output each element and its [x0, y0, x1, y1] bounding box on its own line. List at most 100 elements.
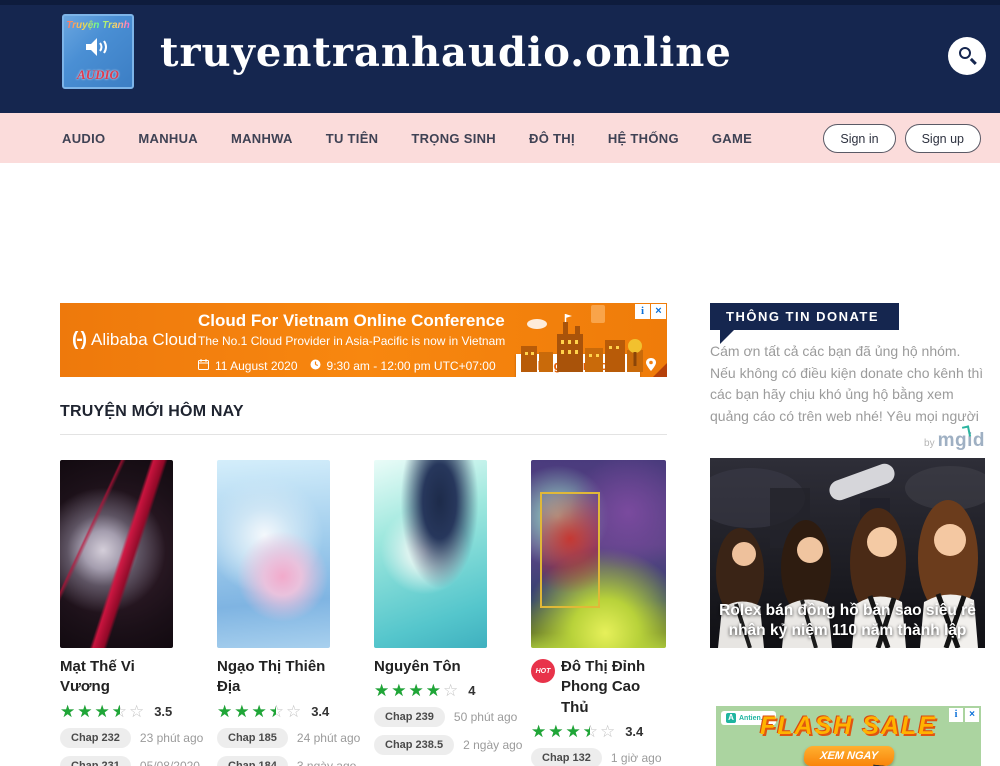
auth-buttons: Sign in Sign up [823, 124, 981, 153]
chapter-link[interactable]: Chap 231 [60, 756, 131, 766]
search-button[interactable] [948, 37, 986, 75]
nav-item-audio[interactable]: AUDIO [62, 131, 105, 146]
star-icons-filled: ★★★★★ [60, 703, 120, 720]
ad-info-icon[interactable]: i [635, 304, 650, 319]
calendar-icon [198, 359, 209, 373]
chapter-row: Chap 232 23 phút ago [60, 728, 173, 748]
ad-close-icon[interactable]: × [651, 304, 666, 319]
ad-brand: (-) Alibaba Cloud [72, 329, 197, 351]
rating-value: 4 [468, 683, 475, 698]
sign-up-button[interactable]: Sign up [905, 124, 981, 153]
main-nav: AUDIO MANHUA MANHWA TU TIÊN TRỌNG SINH Đ… [0, 113, 1000, 163]
sidebar-photo-ad[interactable]: Rolex bán đồng hồ bản sao siêu rẻ nhân k… [710, 458, 985, 648]
comic-card: HOT Đô Thị Đỉnh Phong Cao Thủ ☆☆☆☆☆★★★★★… [531, 460, 666, 766]
ad-time: 9:30 am - 12:00 pm UTC+07:00 [327, 359, 496, 373]
chapter-time: 24 phút ago [297, 731, 360, 745]
alibaba-cloud-icon: (-) [72, 329, 85, 351]
sign-in-button[interactable]: Sign in [823, 124, 895, 153]
clock-icon [310, 359, 321, 373]
hot-badge: HOT [531, 659, 555, 683]
chapter-row: Chap 132 1 giờ ago [531, 748, 666, 766]
site-logo[interactable]: Truyện Tranh AUDIO [62, 14, 134, 89]
xem-ngay-button[interactable]: XEM NGAY [803, 746, 895, 766]
nav-item-manhwa[interactable]: MANHWA [231, 131, 293, 146]
site-header: Truyện Tranh AUDIO truyentranhaudio.onli… [0, 0, 1000, 113]
ad-info-icon[interactable]: i [949, 708, 963, 722]
comic-card: Ngạo Thị Thiên Địa ☆☆☆☆☆★★★★★ 3.4 Chap 1… [217, 460, 330, 766]
star-rating: ☆☆☆☆☆★★★★★ 3.4 [531, 723, 666, 740]
comic-title[interactable]: Ngạo Thị Thiên Địa [217, 657, 330, 698]
banner-ad[interactable]: (-) Alibaba Cloud Cloud For Vietnam Onli… [60, 303, 667, 377]
star-rating: ☆☆☆☆☆★★★★★ 3.4 [217, 703, 330, 720]
chapter-link[interactable]: Chap 239 [374, 707, 445, 727]
comic-title-row: HOT Đô Thị Đỉnh Phong Cao Thủ [531, 657, 666, 718]
comic-card: Mạt Thế Vi Vương ☆☆☆☆☆★★★★★ 3.5 Chap 232… [60, 460, 173, 766]
star-icons-filled: ★★★★★ [531, 723, 590, 740]
photo-ad-caption: Rolex bán đồng hồ bản sao siêu rẻ nhân k… [710, 601, 985, 640]
comic-title[interactable]: Đô Thị Đỉnh Phong Cao Thủ [561, 657, 666, 718]
chapter-row: Chap 239 50 phút ago [374, 707, 487, 727]
chapter-time: 2 ngày ago [463, 738, 522, 752]
nav-item-do-thi[interactable]: ĐÔ THỊ [529, 131, 575, 146]
donate-text: Cám ơn tất cả các bạn đã ủng hộ nhóm. Nế… [710, 341, 988, 428]
nav-item-trong-sinh[interactable]: TRỌNG SINH [411, 131, 496, 146]
ad-controls: i × [635, 304, 666, 319]
chapter-link[interactable]: Chap 184 [217, 756, 288, 766]
chapter-link[interactable]: Chap 238.5 [374, 735, 454, 755]
rating-value: 3.5 [154, 704, 172, 719]
star-rating: ☆☆☆☆☆★★★★★ 4 [374, 682, 487, 699]
comic-title[interactable]: Mạt Thế Vi Vương [60, 657, 173, 698]
ad-close-icon[interactable]: × [965, 708, 979, 722]
rating-value: 3.4 [625, 724, 643, 739]
comic-card: Nguyên Tôn ☆☆☆☆☆★★★★★ 4 Chap 239 50 phút… [374, 460, 487, 766]
comic-cover[interactable] [531, 460, 666, 648]
mgid-logo: mgid [938, 430, 985, 451]
ad-date: 11 August 2020 [215, 359, 298, 373]
comic-cover[interactable] [374, 460, 487, 648]
section-header: TRUYỆN MỚI HÔM NAY [60, 403, 667, 435]
nav-item-game[interactable]: GAME [712, 131, 752, 146]
chapter-time: 1 giờ ago [611, 751, 662, 765]
page: Truyện Tranh AUDIO truyentranhaudio.onli… [0, 0, 1000, 766]
chapter-row: Chap 231 05/08/2020 [60, 756, 173, 766]
mgid-attribution[interactable]: bymgid [710, 430, 985, 452]
nav-items: AUDIO MANHUA MANHWA TU TIÊN TRỌNG SINH Đ… [62, 131, 752, 146]
nav-item-tu-tien[interactable]: TU TIÊN [326, 131, 379, 146]
donate-title-ribbon: THÔNG TIN DONATE [710, 303, 899, 330]
logo-text-top: Truyện Tranh [66, 20, 130, 31]
city-skyline-illustration [519, 312, 649, 377]
chapter-row: Chap 184 3 ngày ago [217, 756, 330, 766]
search-icon [959, 47, 971, 59]
star-rating: ☆☆☆☆☆★★★★★ 3.5 [60, 703, 173, 720]
ad-subtitle: The No.1 Cloud Provider in Asia-Pacific … [198, 334, 505, 348]
ad-decoration [591, 305, 605, 323]
star-icons-filled: ★★★★★ [374, 682, 443, 699]
chapter-time: 23 phút ago [140, 731, 203, 745]
nav-item-he-thong[interactable]: HỆ THỐNG [608, 131, 679, 146]
new-comics-grid: Mạt Thế Vi Vương ☆☆☆☆☆★★★★★ 3.5 Chap 232… [60, 460, 680, 766]
chapter-row: Chap 238.5 2 ngày ago [374, 735, 487, 755]
chapter-link[interactable]: Chap 132 [531, 748, 602, 766]
comic-cover[interactable] [217, 460, 330, 648]
flash-ad-controls: i × [949, 708, 979, 722]
flash-sale-title: FLASH SALE [716, 712, 981, 741]
nav-item-manhua[interactable]: MANHUA [138, 131, 198, 146]
section-title: TRUYỆN MỚI HÔM NAY [60, 403, 244, 420]
flash-sale-inner: A Antien.vn FLASH SALE XEM NGAY i × [716, 706, 981, 766]
site-title[interactable]: truyentranhaudio.online [160, 29, 732, 76]
logo-text-audio: AUDIO [77, 67, 119, 83]
rating-value: 3.4 [311, 704, 329, 719]
ad-corner-decoration [653, 363, 667, 377]
chapter-time: 05/08/2020 [140, 759, 200, 766]
star-icons-filled: ★★★★★ [217, 703, 276, 720]
ad-title: Cloud For Vietnam Online Conference [198, 311, 505, 331]
chapter-time: 3 ngày ago [297, 759, 356, 766]
comic-title[interactable]: Nguyên Tôn [374, 657, 487, 677]
comic-cover[interactable] [60, 460, 173, 648]
chapter-time: 50 phút ago [454, 710, 517, 724]
chapter-link[interactable]: Chap 185 [217, 728, 288, 748]
chapter-row: Chap 185 24 phút ago [217, 728, 330, 748]
speaker-icon [85, 37, 111, 62]
flash-sale-ad[interactable]: A Antien.vn FLASH SALE XEM NGAY i × [712, 702, 985, 766]
chapter-link[interactable]: Chap 232 [60, 728, 131, 748]
